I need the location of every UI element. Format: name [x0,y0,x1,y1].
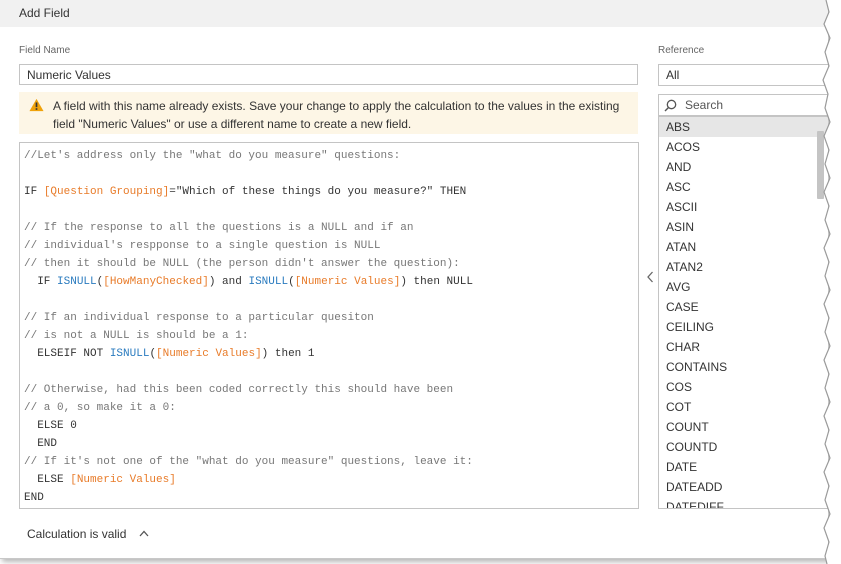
calculation-code: //Let's address only the "what do you me… [24,147,473,507]
calculation-editor[interactable]: //Let's address only the "what do you me… [19,142,639,509]
function-list-item[interactable]: CONTAINS [659,357,828,377]
function-list-item[interactable]: CEILING [659,317,828,337]
code-line: END [24,489,473,507]
warning-message: A field with this name already exists. S… [53,99,620,131]
code-comment: // individual's respponse to a single qu… [24,240,381,252]
search-icon [664,99,677,112]
function-list-item[interactable]: DATEADD [659,477,828,497]
code-keyword: ) then 1 [261,348,315,360]
dialog-title: Add Field [19,6,70,20]
code-comment: // If it's not one of the "what do you m… [24,456,473,468]
function-list-item[interactable]: ABS [659,117,828,137]
field-reference: [HowManyChecked] [103,276,209,288]
function-list-item[interactable]: COUNTD [659,437,828,457]
field-name-input[interactable] [19,64,638,85]
add-field-dialog: Add Field Field Name A field with this n… [0,0,829,559]
function-list-item[interactable]: DATE [659,457,828,477]
warning-triangle-icon [29,98,44,112]
field-name-label: Field Name [19,45,71,56]
code-comment: //Let's address only the "what do you me… [24,150,401,162]
function-list-item[interactable]: DATEDIFF [659,497,828,508]
function-list-item[interactable]: ATAN [659,237,828,257]
code-keyword: ELSE 0 [24,420,77,432]
code-line: //Let's address only the "what do you me… [24,147,473,165]
code-keyword: IF [24,276,58,288]
code-keyword: END [24,438,58,450]
code-line: ELSE [Numeric Values] [24,471,473,489]
code-line: // If the response to all the questions … [24,219,473,237]
code-keyword: ELSEIF NOT [24,348,110,360]
function-search-input[interactable] [685,97,815,113]
function-list-item[interactable]: ACOS [659,137,828,157]
code-line: ELSEIF NOT ISNULL([Numeric Values]) then… [24,345,473,363]
code-keyword: IF [24,186,44,198]
code-keyword: ="Which of these things do you measure?"… [169,186,467,198]
code-comment: // If an individual response to a partic… [24,312,374,324]
code-line: // then it should be NULL (the person di… [24,255,473,273]
reference-label: Reference [658,45,705,56]
function-list-item[interactable]: ATAN2 [659,257,828,277]
function-list-item[interactable]: COT [659,397,828,417]
function-list-item[interactable]: AVG [659,277,828,297]
function-list-item[interactable]: ASC [659,177,828,197]
function-list[interactable]: ABS ACOS AND ASC ASCII ASIN ATAN ATAN2 AVG CASE CE… [658,116,828,509]
field-reference: [Numeric Values] [156,348,262,360]
field-reference: [Numeric Values] [294,276,401,288]
code-comment: // is not a NULL is should be a 1: [24,330,249,342]
function-name: ISNULL [248,276,289,288]
code-line: // individual's respponse to a single qu… [24,237,473,255]
function-list-item[interactable]: AND [659,157,828,177]
code-line: END [24,435,473,453]
code-keyword: ) and [208,276,249,288]
code-keyword: ) then NULL [400,276,473,288]
code-line: IF [Question Grouping]="Which of these t… [24,183,473,201]
code-comment: // then it should be NULL (the person di… [24,258,460,270]
collapse-panel-chevron-icon[interactable] [646,270,654,284]
function-list-item[interactable]: ASCII [659,197,828,217]
function-list-item[interactable]: CHAR [659,337,828,357]
function-list-item[interactable]: COUNT [659,417,828,437]
torn-edge-decoration [822,0,841,564]
code-line: // If an individual response to a partic… [24,309,473,327]
code-keyword: END [24,492,44,504]
function-name: ISNULL [57,276,97,288]
code-keyword: ELSE [24,474,71,486]
code-line: // Otherwise, had this been coded correc… [24,381,473,399]
code-line: // a 0, so make it a 0: [24,399,473,417]
code-line: ELSE 0 [24,417,473,435]
function-list-item[interactable]: COS [659,377,828,397]
code-line: // If it's not one of the "what do you m… [24,453,473,471]
chevron-up-icon[interactable] [139,530,149,537]
function-list-items: ABS ACOS AND ASC ASCII ASIN ATAN ATAN2 AVG CASE CE… [659,117,828,508]
function-name: ISNULL [109,348,150,360]
code-keyword: ( [288,276,295,288]
code-comment: // a 0, so make it a 0: [24,402,176,414]
name-exists-warning: A field with this name already exists. S… [19,92,638,134]
field-reference: [Numeric Values] [70,474,176,486]
function-list-item[interactable]: CASE [659,297,828,317]
calculation-status[interactable]: Calculation is valid [27,527,126,541]
dialog-title-bar: Add Field [0,0,828,27]
code-comment: // If the response to all the questions … [24,222,414,234]
code-line: // is not a NULL is should be a 1: [24,327,473,345]
function-list-item[interactable]: ASIN [659,217,828,237]
code-comment: // Otherwise, had this been coded correc… [24,384,454,396]
reference-category-select[interactable]: All [658,64,828,86]
function-search-box[interactable] [658,94,828,116]
code-line: IF ISNULL([HowManyChecked]) and ISNULL([… [24,273,473,291]
field-reference: [Question Grouping] [43,186,170,198]
